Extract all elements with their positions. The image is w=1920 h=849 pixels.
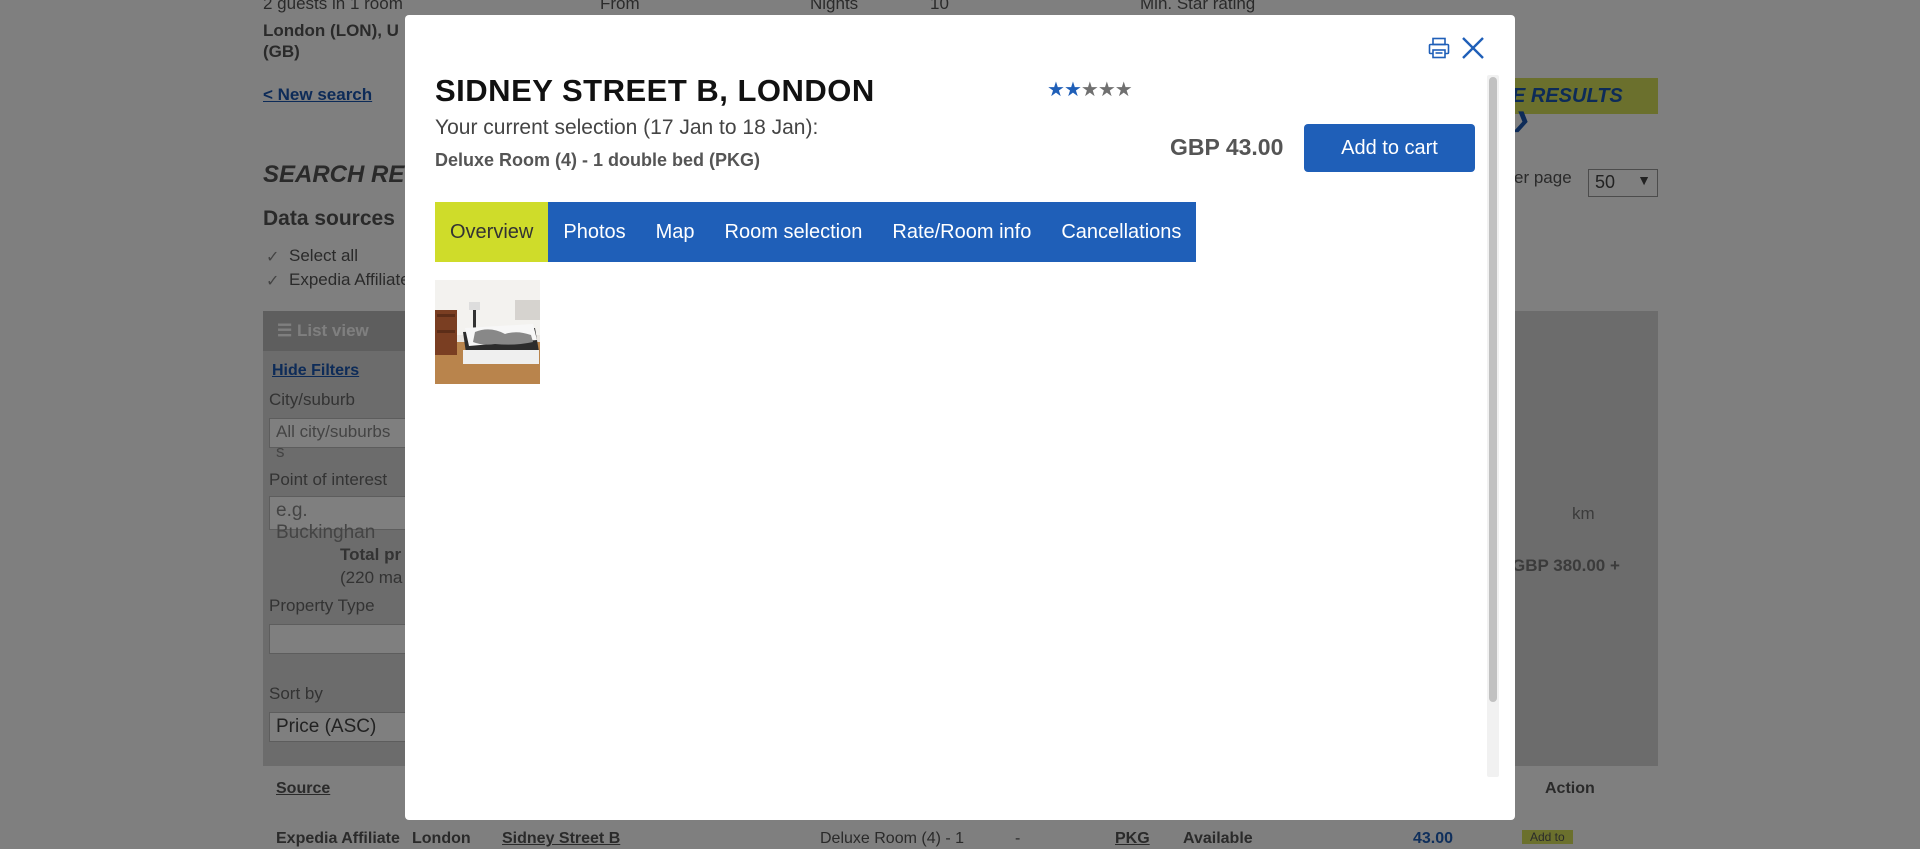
star-empty-icon: ★ bbox=[1114, 79, 1133, 101]
hotel-name-heading: SIDNEY STREET B, LONDON bbox=[435, 73, 875, 108]
scrollbar-thumb[interactable] bbox=[1489, 77, 1497, 702]
modal-scrollbar[interactable] bbox=[1487, 75, 1499, 777]
modal-toolbar bbox=[1425, 33, 1487, 63]
hotel-details-modal: SIDNEY STREET B, LONDON ★★★★★ Your curre… bbox=[405, 15, 1515, 820]
room-description: Deluxe Room (4) - 1 double bed (PKG) bbox=[435, 150, 761, 170]
star-rating: ★★★★★ bbox=[1047, 77, 1133, 102]
price-label: GBP 43.00 bbox=[1170, 134, 1284, 160]
star-empty-icon: ★ bbox=[1097, 79, 1116, 101]
tab-map[interactable]: Map bbox=[640, 202, 710, 262]
current-selection-text: Your current selection (17 Jan to 18 Jan… bbox=[435, 116, 819, 139]
add-to-cart-button[interactable]: Add to cart bbox=[1304, 124, 1475, 172]
print-icon[interactable] bbox=[1425, 33, 1453, 63]
star-filled-icon: ★ bbox=[1047, 79, 1065, 101]
modal-tab-bar: Overview Photos Map Room selection Rate/… bbox=[435, 202, 1197, 262]
star-filled-icon: ★ bbox=[1063, 79, 1082, 101]
tab-cancellations[interactable]: Cancellations bbox=[1046, 202, 1197, 262]
tab-overview[interactable]: Overview bbox=[435, 202, 549, 262]
hotel-photo-thumbnail[interactable] bbox=[435, 280, 540, 384]
star-empty-icon: ★ bbox=[1080, 79, 1099, 101]
tab-room-selection[interactable]: Room selection bbox=[709, 202, 878, 262]
tab-rate-room-info[interactable]: Rate/Room info bbox=[877, 202, 1047, 262]
close-icon[interactable] bbox=[1459, 33, 1487, 63]
tab-photos[interactable]: Photos bbox=[548, 202, 641, 262]
